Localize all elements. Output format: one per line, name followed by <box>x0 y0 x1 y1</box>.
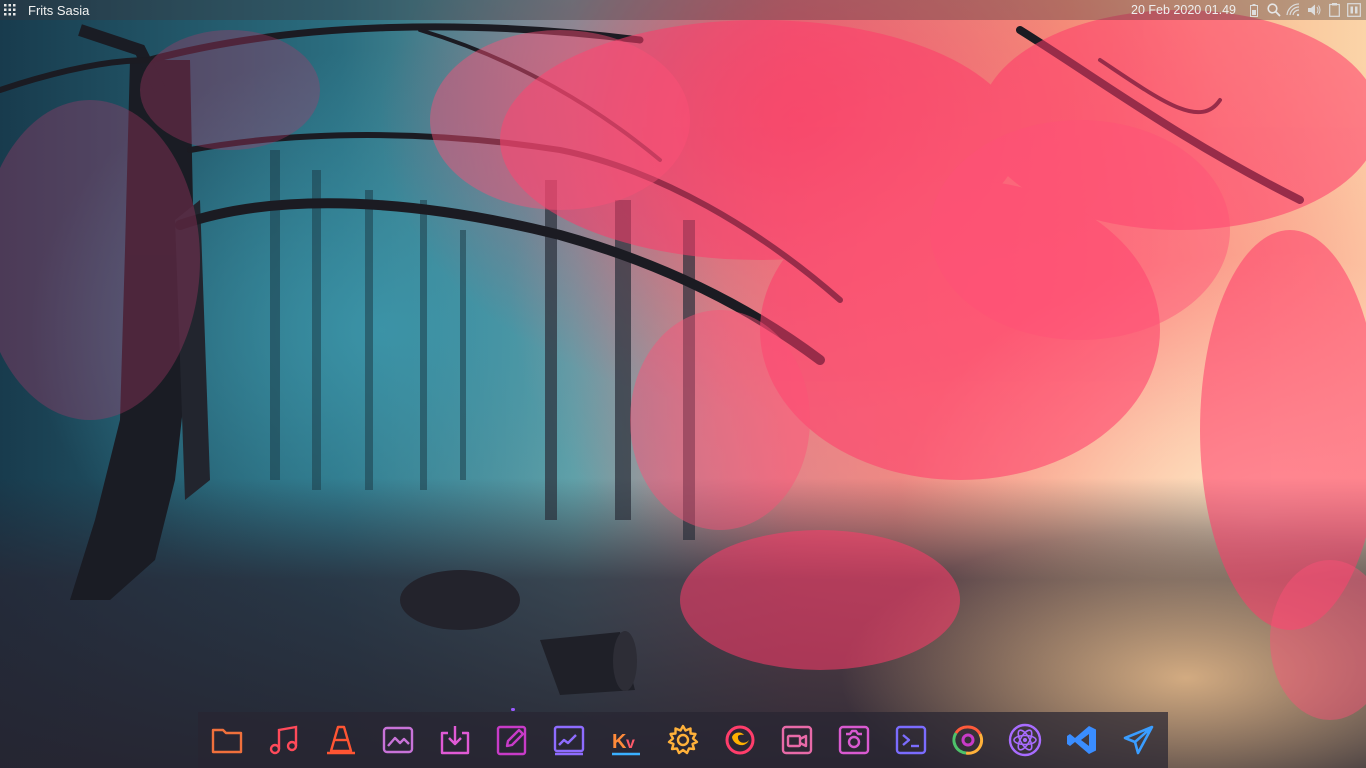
image-icon <box>382 726 414 754</box>
settings-launcher[interactable] <box>665 722 701 758</box>
volume-icon[interactable] <box>1306 2 1322 18</box>
network-icon[interactable] <box>1286 2 1302 18</box>
telegram-icon <box>1123 725 1154 755</box>
kv-text-icon: K v <box>612 731 640 756</box>
text-editor-launcher[interactable] <box>494 722 530 758</box>
kv-launcher[interactable]: K v <box>608 722 644 758</box>
window-switcher-icon[interactable] <box>1346 2 1362 18</box>
top-panel: Frits Sasia 20 Feb 2020 01.49 <box>0 0 1366 20</box>
user-name[interactable]: Frits Sasia <box>28 3 89 18</box>
video-recorder-launcher[interactable] <box>779 722 815 758</box>
camera-icon <box>838 725 870 755</box>
atom-icon <box>1008 723 1042 757</box>
app-grid-icon[interactable] <box>0 0 20 20</box>
video-camera-icon <box>781 725 813 755</box>
gear-icon <box>667 724 699 755</box>
firefox-launcher[interactable] <box>722 722 758 758</box>
dock: K v <box>198 712 1168 768</box>
svg-text:K: K <box>612 731 627 753</box>
files-launcher[interactable] <box>209 722 245 758</box>
screenshot-launcher[interactable] <box>551 722 587 758</box>
clipboard-icon[interactable] <box>1326 2 1342 18</box>
svg-text:v: v <box>626 735 635 752</box>
folder-icon <box>211 728 243 754</box>
traffic-cone-icon <box>327 725 355 755</box>
firefox-icon <box>725 725 755 755</box>
system-tray: 20 Feb 2020 01.49 <box>1131 0 1362 20</box>
screenshot-icon <box>553 725 585 756</box>
vlc-launcher[interactable] <box>323 722 359 758</box>
forest-scene <box>0 10 1366 720</box>
search-icon[interactable] <box>1266 2 1282 18</box>
music-launcher[interactable] <box>266 722 302 758</box>
battery-icon[interactable] <box>1246 2 1262 18</box>
telegram-launcher[interactable] <box>1121 722 1157 758</box>
software-center-launcher[interactable] <box>437 722 473 758</box>
edit-icon <box>496 725 527 756</box>
camera-launcher[interactable] <box>836 722 872 758</box>
atom-launcher[interactable] <box>1007 722 1043 758</box>
clock[interactable]: 20 Feb 2020 01.49 <box>1131 3 1236 17</box>
image-viewer-launcher[interactable] <box>380 722 416 758</box>
terminal-icon <box>895 725 927 755</box>
chrome-launcher[interactable] <box>950 722 986 758</box>
download-box-icon <box>440 726 470 755</box>
vscode-icon <box>1067 726 1096 754</box>
running-indicator <box>511 708 515 711</box>
music-note-icon <box>269 725 298 755</box>
chrome-icon <box>952 725 984 755</box>
terminal-launcher[interactable] <box>893 722 929 758</box>
vscode-launcher[interactable] <box>1064 722 1100 758</box>
